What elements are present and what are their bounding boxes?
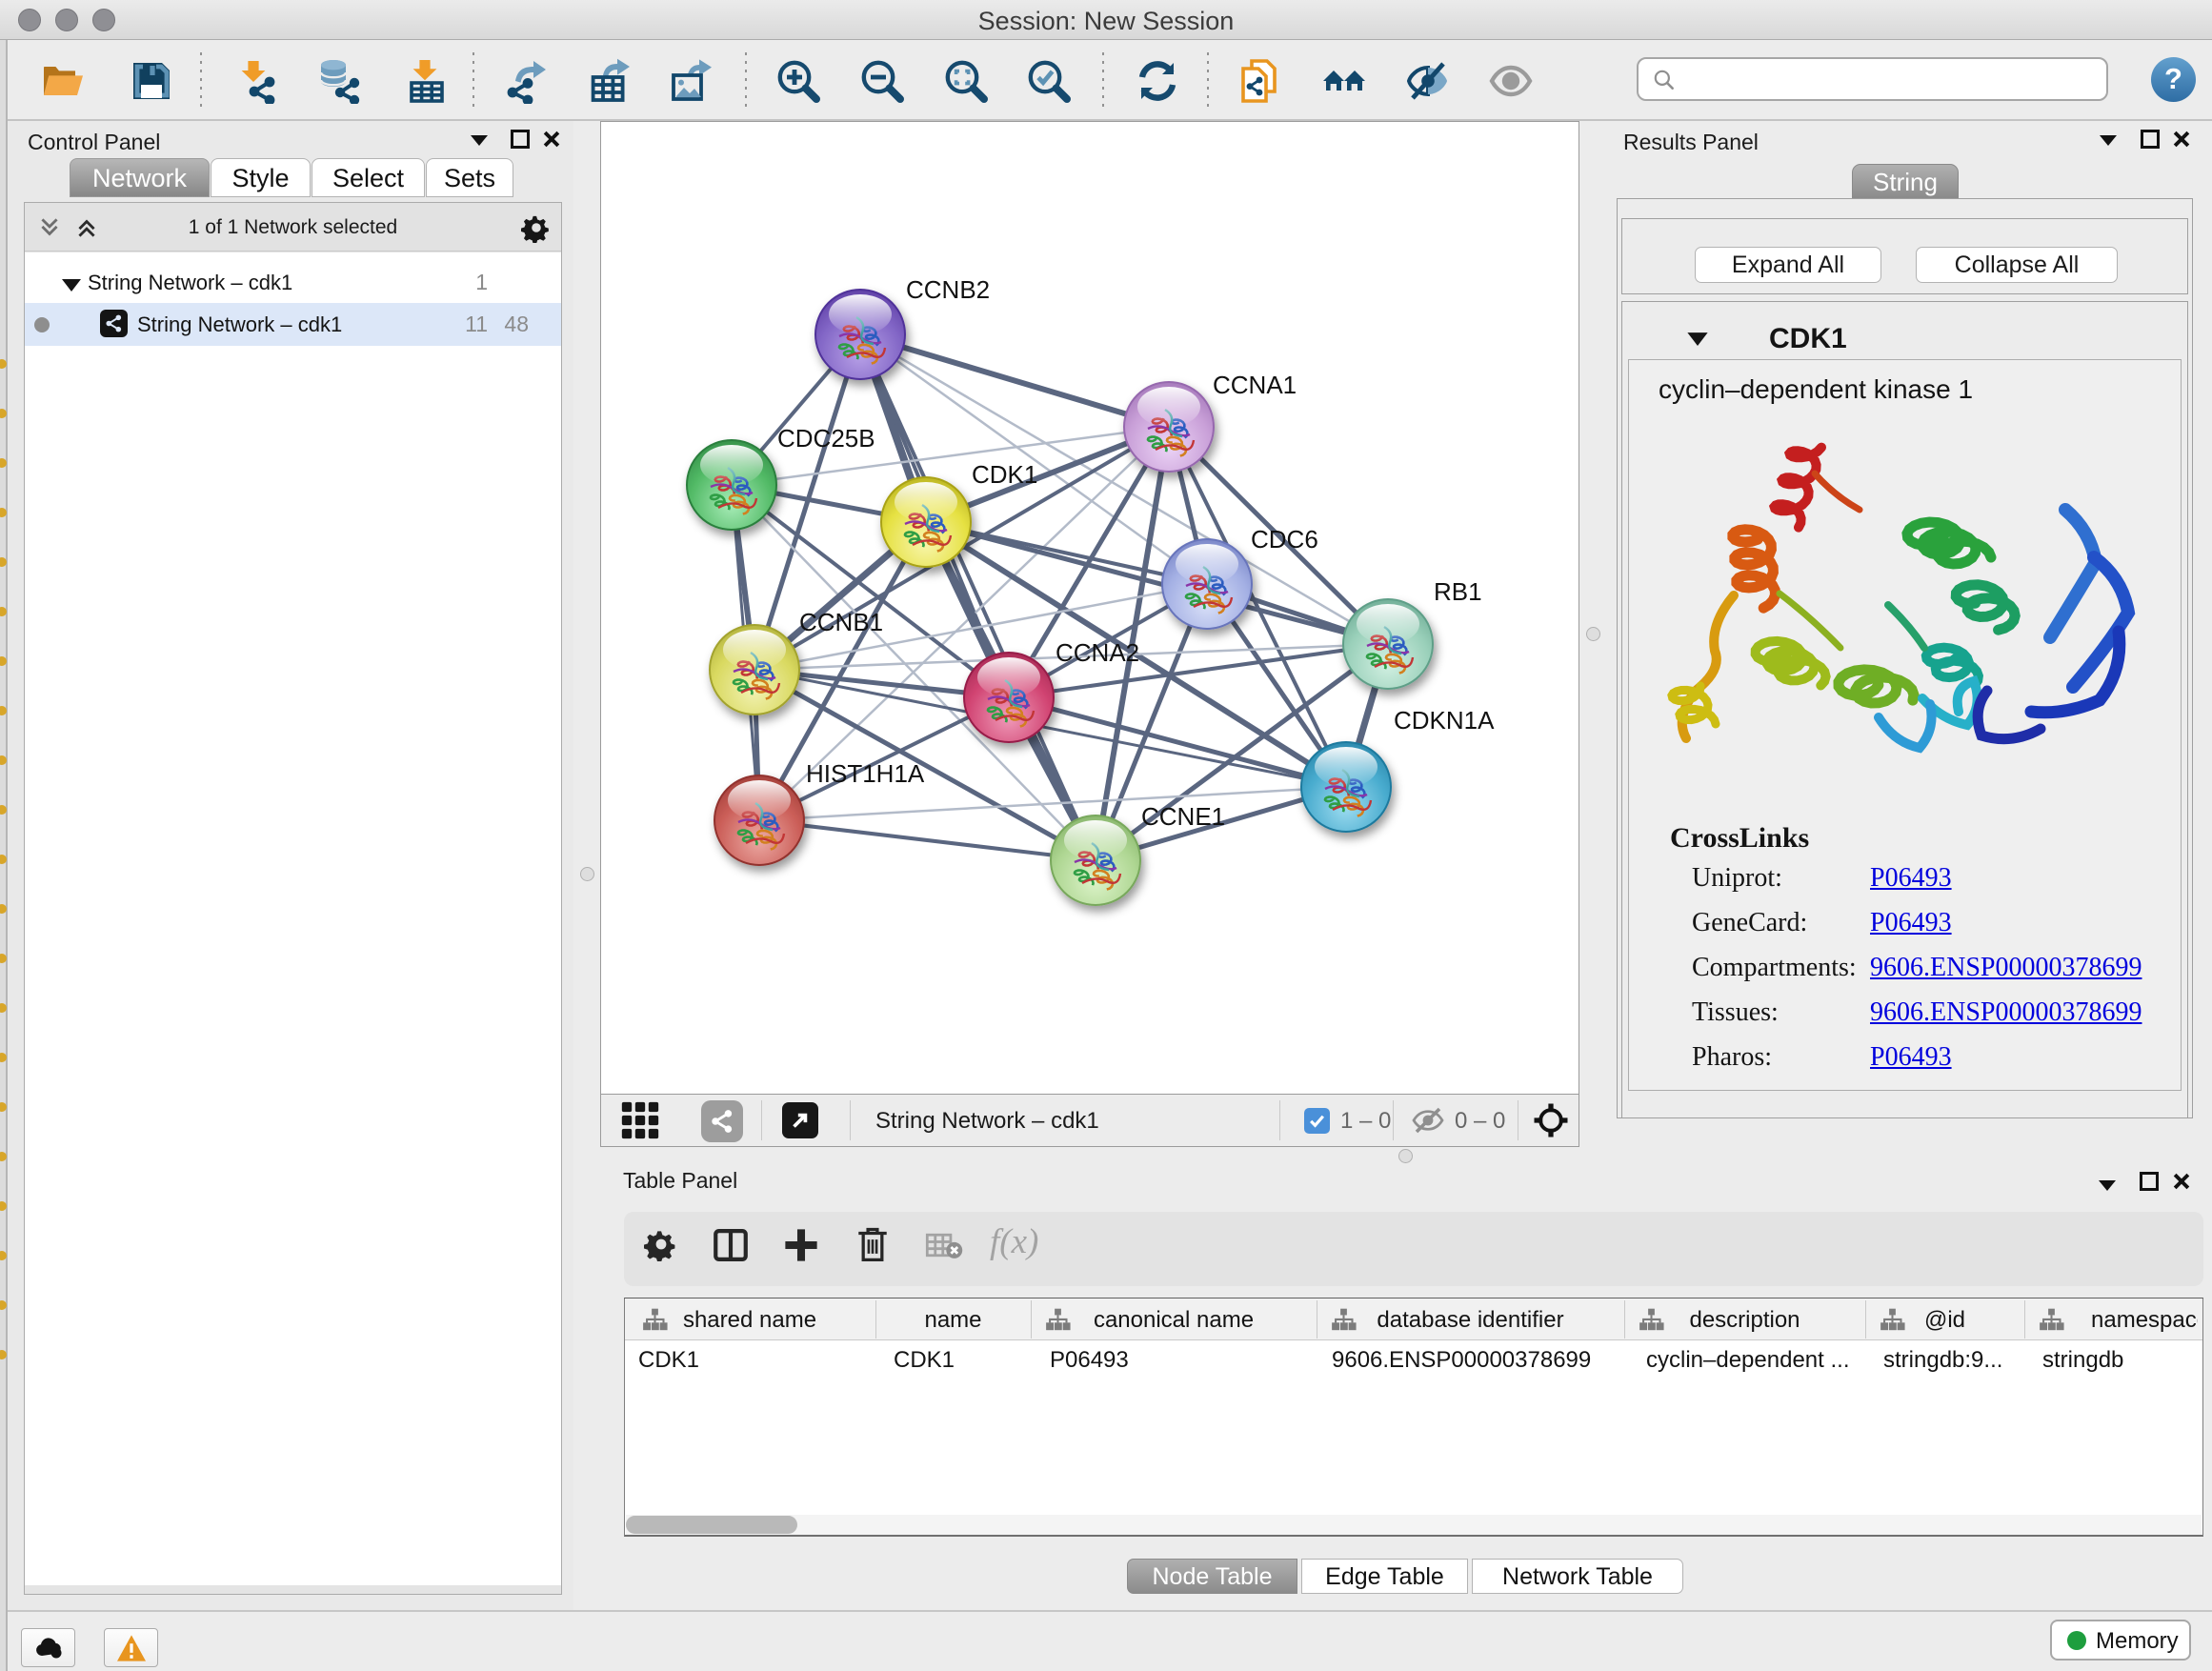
svg-text:CDK1: CDK1 <box>972 460 1037 489</box>
svg-text:CCNB2: CCNB2 <box>906 275 990 304</box>
svg-text:CCNA1: CCNA1 <box>1213 371 1297 399</box>
svg-text:CDKN1A: CDKN1A <box>1394 706 1495 735</box>
svg-text:CCNA2: CCNA2 <box>1056 638 1139 667</box>
svg-text:CCNB1: CCNB1 <box>799 608 883 636</box>
svg-text:CCNE1: CCNE1 <box>1141 802 1225 831</box>
svg-text:CDC6: CDC6 <box>1251 525 1318 554</box>
svg-text:RB1: RB1 <box>1434 577 1482 606</box>
svg-text:CDC25B: CDC25B <box>777 424 875 453</box>
svg-text:HIST1H1A: HIST1H1A <box>806 759 925 788</box>
